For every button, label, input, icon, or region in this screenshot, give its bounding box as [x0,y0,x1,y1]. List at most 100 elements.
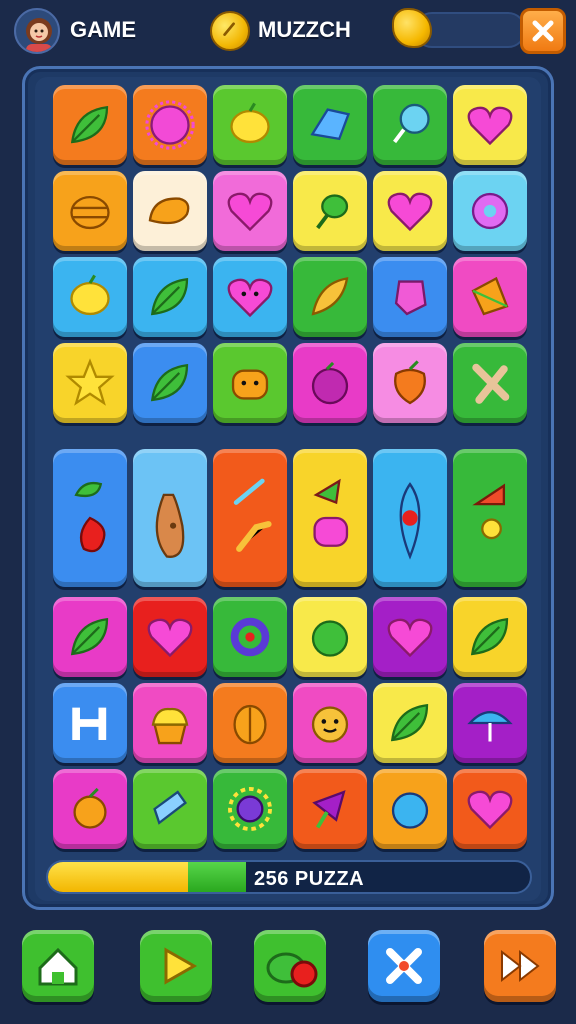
tile-lemon-slice[interactable] [53,257,127,337]
coin-label: MUZZCH [258,17,351,42]
tile-blue-ball[interactable] [373,769,447,849]
leaf-icon [70,617,109,656]
tile-sun[interactable] [213,769,287,849]
tile-cross[interactable] [453,343,527,423]
tile-heart-orange[interactable] [213,171,287,251]
tile-urchin[interactable] [133,85,207,165]
tile-letter[interactable] [53,683,127,763]
seed-icon [399,482,421,560]
fast-forward-icon [501,949,540,983]
tile-leaf-green[interactable] [133,257,207,337]
heart-icon [467,106,513,146]
cross-icon [472,363,510,404]
home-button[interactable] [22,930,94,1002]
tile-green-heart[interactable] [453,769,527,849]
tile-dart[interactable] [293,769,367,849]
game-board [22,66,554,910]
muffin-icon [231,369,269,400]
tile-yellow-leaf[interactable] [133,343,207,423]
tile-blue-leaf[interactable] [453,597,527,677]
play-button[interactable] [140,930,212,1002]
tile-star[interactable] [53,343,127,423]
tile-bread[interactable] [133,171,207,251]
powerup-button[interactable] [254,930,326,1002]
feather-icon [311,277,349,316]
fruits-icon [313,478,349,547]
tile-tall-birds[interactable] [213,449,287,587]
tile-tall-seed[interactable] [373,449,447,587]
fast-forward-button[interactable] [484,930,556,1002]
cupcake-icon [151,707,189,745]
leaf-drop-icon [74,481,106,553]
tile-tall-triangle[interactable] [453,449,527,587]
tile-berry[interactable] [293,343,367,423]
tile-blue-gem[interactable] [293,85,367,165]
top-bar: GAME MUZZCH [0,0,576,64]
player-label: GAME [70,17,136,42]
tile-jar[interactable] [53,171,127,251]
lemon-icon [70,274,110,316]
avatar[interactable] [14,8,60,54]
tile-flower[interactable] [453,171,527,251]
heart-icon [387,618,433,658]
tile-pink-gem[interactable] [373,257,447,337]
tile-orange-fruit[interactable] [373,343,447,423]
tile-green-leaf[interactable] [53,597,127,677]
tile-tall-fruits[interactable] [293,449,367,587]
berry-icon [311,361,349,405]
heart-icon [387,192,433,232]
tile-feather[interactable] [293,257,367,337]
leaf-icon [390,703,429,742]
sack-icon [155,493,185,558]
lemon-icon [230,102,270,144]
tile-grid [35,77,541,901]
tile-green-leaf-2[interactable] [373,683,447,763]
spiky-ball-icon [145,100,195,150]
home-icon [38,947,78,986]
dart-icon [312,790,346,829]
letter-icon [72,707,107,740]
tile-kite[interactable] [453,257,527,337]
heart-icon [227,192,273,232]
tile-muffin-face[interactable] [213,343,287,423]
tile-lollipop[interactable] [373,85,447,165]
fruit-icon [394,360,426,405]
heart-icon [147,618,193,658]
tile-lime[interactable] [293,597,367,677]
tools-icon [386,948,422,984]
star-icon [65,358,115,406]
crystal-icon [153,790,188,825]
jar-icon [70,195,110,230]
tile-pink-heart[interactable] [133,597,207,677]
tile-heart-face[interactable] [213,257,287,337]
orange-icon [73,787,107,829]
lollipop-icon [393,103,430,144]
tile-tall-leaf-drop[interactable] [53,449,127,587]
tile-cupcake[interactable] [133,683,207,763]
tile-smiley[interactable] [293,683,367,763]
progress-bar: 256 PUZZA [46,860,532,894]
tile-leaf-stick[interactable] [53,85,127,165]
tile-nut[interactable] [213,683,287,763]
tools-button[interactable] [368,930,440,1002]
tile-ring[interactable] [213,597,287,677]
tile-heart-magenta[interactable] [373,171,447,251]
pink-gem-icon [394,280,427,316]
tile-tall-sack[interactable] [133,449,207,587]
tile-umbrella[interactable] [453,683,527,763]
close-button[interactable] [520,8,566,54]
heart-icon [467,790,513,830]
tile-pepper[interactable] [293,171,367,251]
flower-icon [471,192,509,230]
ball-icon [391,792,429,829]
kite-icon [471,276,509,316]
leaf-icon [470,617,509,656]
tile-lemon[interactable] [213,85,287,165]
pepper-icon [316,194,349,230]
tile-heart-pink[interactable] [453,85,527,165]
tile-orange[interactable] [53,769,127,849]
bread-icon [148,197,190,225]
tile-pink-heart-2[interactable] [373,597,447,677]
progress-fill-yellow [48,862,188,892]
tile-crystal[interactable] [133,769,207,849]
